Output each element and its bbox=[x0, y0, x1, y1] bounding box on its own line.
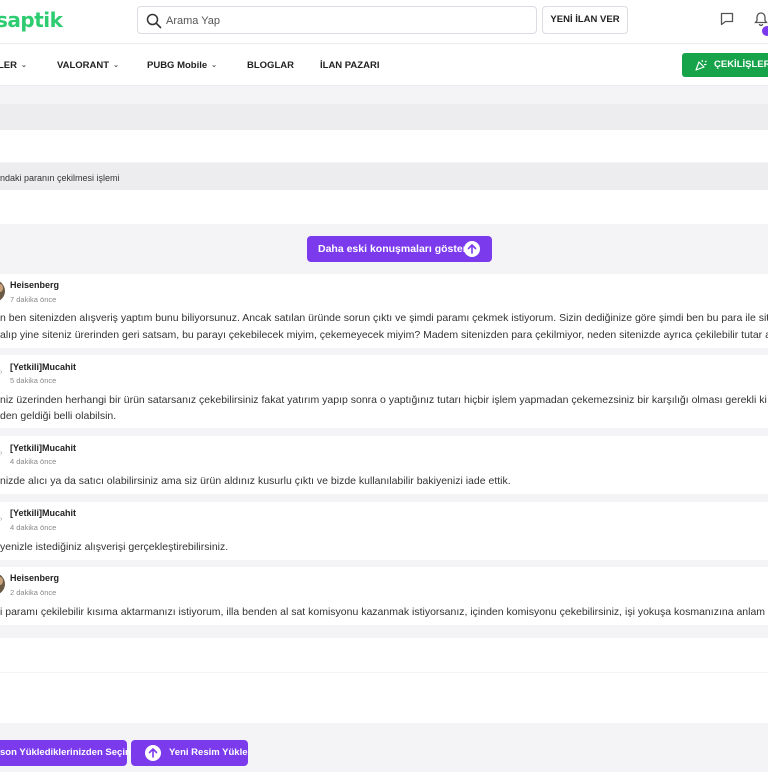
message-time: 5 dakika önce bbox=[10, 376, 57, 385]
arrow-up-icon bbox=[145, 745, 161, 761]
message-line: alıp yine siteniz ürerinden geri satsam,… bbox=[0, 329, 768, 341]
nav-item-blogs[interactable]: BLOGLAR bbox=[247, 60, 294, 71]
post-listing-button[interactable]: YENİ İLAN VER bbox=[542, 6, 628, 34]
reply-textarea[interactable] bbox=[0, 673, 768, 723]
message-item: Heisenberg 7 dakika önce n ben sitenizde… bbox=[0, 274, 768, 348]
top-header: saptik YENİ İLAN VER bbox=[0, 0, 768, 44]
search-box[interactable] bbox=[137, 6, 537, 34]
message-item: Heisenberg 2 dakika önce i paramı çekile… bbox=[0, 567, 768, 625]
message-line: nizde alıcı ya da satıcı olabilirsiniz a… bbox=[0, 475, 511, 487]
message-time: 4 dakika önce bbox=[10, 523, 57, 532]
chevron-down-icon: ⌄ bbox=[21, 62, 27, 69]
ticket-subject: ndaki paranın çekilmesi işlemi bbox=[0, 173, 120, 183]
nav-item-categories[interactable]: LER ⌄ bbox=[0, 60, 27, 71]
message-item: › [Yetkili]Mucahit 4 dakika önce nizde a… bbox=[0, 436, 768, 494]
avatar bbox=[0, 573, 5, 595]
message-line: yenizle istediğiniz alışverişi gerçekleş… bbox=[0, 541, 229, 553]
avatar bbox=[0, 280, 5, 302]
upload-image-label: Yeni Resim Yükle bbox=[169, 747, 248, 758]
search-icon bbox=[146, 13, 162, 29]
message-author: [Yetkili]Mucahit bbox=[10, 362, 77, 372]
giveaway-button[interactable]: ÇEKİLİŞLER bbox=[682, 53, 768, 77]
reply-input-area[interactable] bbox=[0, 638, 768, 672]
message-item: › [Yetkili]Mucahit 5 dakika önce niz üze… bbox=[0, 355, 768, 428]
party-popper-icon bbox=[695, 59, 707, 71]
message-author: [Yetkili]Mucahit bbox=[10, 443, 77, 453]
message-time: 4 dakika önce bbox=[10, 457, 57, 466]
chat-icon[interactable] bbox=[719, 11, 735, 27]
nav-item-label: İLAN PAZARI bbox=[320, 60, 380, 71]
choose-uploaded-label: son Yüklediklerinizden Seçin bbox=[0, 747, 131, 758]
nav-item-label: PUBG Mobile bbox=[147, 60, 208, 71]
chevron-down-icon: ⌄ bbox=[211, 62, 218, 69]
show-older-button[interactable]: Daha eski konuşmaları göster bbox=[307, 236, 492, 262]
message-marker: › bbox=[0, 369, 3, 376]
nav-item-pubg[interactable]: PUBG Mobile ⌄ bbox=[147, 60, 217, 71]
chevron-down-icon: ⌄ bbox=[113, 62, 119, 69]
message-item: › [Yetkili]Mucahit 4 dakika önce yenizle… bbox=[0, 502, 768, 560]
search-input[interactable] bbox=[166, 11, 526, 31]
ticket-meta-strip bbox=[0, 190, 768, 224]
arrow-up-icon bbox=[464, 241, 480, 257]
message-time: 7 dakika önce bbox=[10, 295, 57, 304]
notification-badge bbox=[760, 24, 768, 38]
show-older-label: Daha eski konuşmaları göster bbox=[318, 243, 467, 255]
nav-item-marketplace[interactable]: İLAN PAZARI bbox=[320, 60, 379, 71]
nav-item-valorant[interactable]: VALORANT ⌄ bbox=[57, 60, 119, 71]
message-time: 2 dakika önce bbox=[10, 588, 57, 597]
site-logo[interactable]: saptik bbox=[0, 8, 63, 32]
message-marker: › bbox=[0, 450, 3, 457]
nav-item-label: LER bbox=[0, 60, 17, 71]
message-author: [Yetkili]Mucahit bbox=[10, 508, 77, 518]
ticket-title-strip bbox=[0, 104, 768, 130]
ticket-info-strip bbox=[0, 130, 768, 162]
message-line: i paramı çekilebilir kısıma aktarmanızı … bbox=[0, 606, 768, 618]
nav-item-label: VALORANT bbox=[57, 60, 110, 71]
choose-uploaded-button[interactable]: son Yüklediklerinizden Seçin bbox=[0, 740, 131, 766]
message-author: Heisenberg bbox=[10, 573, 60, 583]
message-line: den geldiği belli olabilsin. bbox=[0, 410, 117, 422]
upload-image-button[interactable]: Yeni Resim Yükle bbox=[131, 740, 248, 766]
message-marker: › bbox=[0, 516, 3, 523]
message-author: Heisenberg bbox=[10, 280, 60, 290]
main-nav: LER ⌄ VALORANT ⌄ PUBG Mobile ⌄ BLOGLAR İLAN… bbox=[0, 44, 768, 86]
nav-item-label: BLOGLAR bbox=[247, 60, 294, 71]
giveaway-label: ÇEKİLİŞLER bbox=[714, 59, 768, 70]
